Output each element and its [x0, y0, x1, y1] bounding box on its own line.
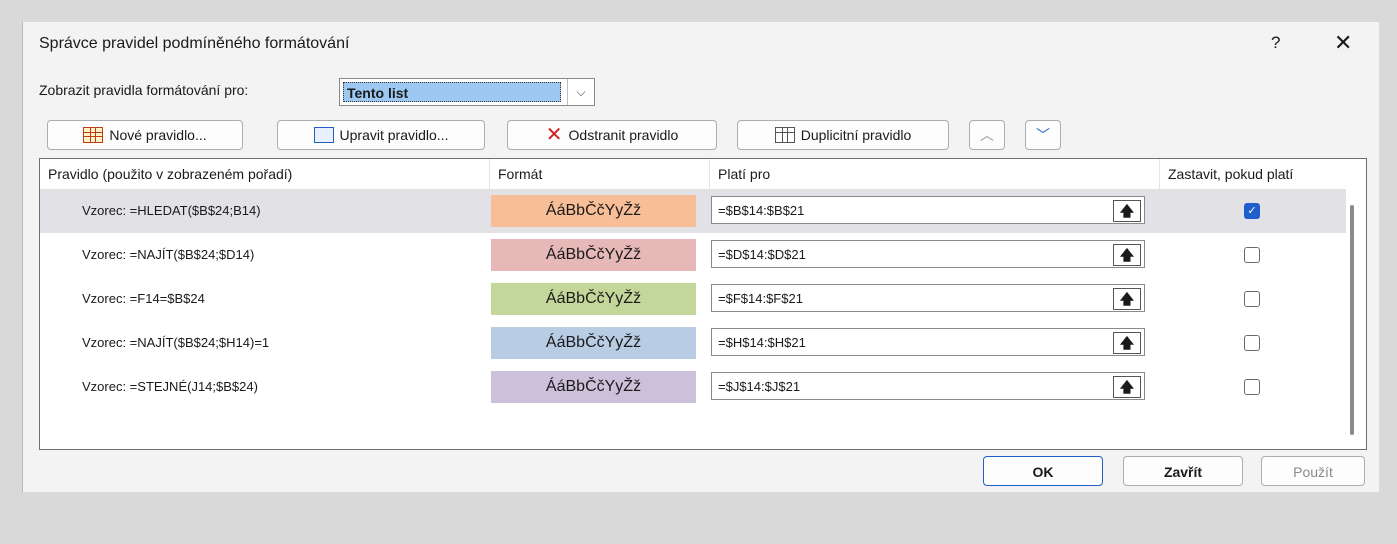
duplicate-icon — [774, 127, 795, 143]
edit-rule-label: Upravit pravidlo... — [339, 127, 449, 143]
column-header-rule: Pravidlo (použito v zobrazeném pořadí) — [40, 159, 490, 189]
range-text: =$H$14:$H$21 — [718, 335, 806, 350]
rules-table: Pravidlo (použito v zobrazeném pořadí) F… — [39, 158, 1367, 450]
new-rule-label: Nové pravidlo... — [109, 127, 207, 143]
show-rules-value: Tento list — [343, 82, 561, 102]
collapse-icon[interactable]: 🡅 — [1113, 288, 1141, 310]
chevron-down-icon[interactable]: ⌵ — [567, 79, 594, 105]
title-bar: Správce pravidel podmíněného formátování… — [23, 22, 1379, 66]
chevron-up-icon: ︿ — [980, 127, 994, 143]
delete-icon: ✕ — [545, 124, 563, 146]
table-row[interactable]: Vzorec: =NAJÍT($B$24;$D14) ÁáBbČčYyŽž =$… — [40, 233, 1346, 277]
stop-checkbox[interactable] — [1244, 247, 1260, 263]
format-preview: ÁáBbČčYyŽž — [491, 327, 696, 359]
rule-text: Vzorec: =STEJNÉ(J14;$B$24) — [82, 379, 258, 394]
duplicate-rule-label: Duplicitní pravidlo — [800, 127, 912, 143]
edit-rule-button[interactable]: Upravit pravidlo... — [277, 120, 485, 150]
range-text: =$F$14:$F$21 — [718, 291, 803, 306]
column-header-stop: Zastavit, pokud platí — [1168, 166, 1294, 182]
close-button[interactable]: Zavřít — [1123, 456, 1243, 486]
stop-checkbox[interactable] — [1244, 291, 1260, 307]
format-preview: ÁáBbČčYyŽž — [491, 283, 696, 315]
format-preview: ÁáBbČčYyŽž — [491, 195, 696, 227]
close-icon[interactable]: ✕ — [1334, 30, 1352, 56]
show-rules-select[interactable]: Tento list ⌵ — [339, 78, 595, 106]
collapse-icon[interactable]: 🡅 — [1113, 244, 1141, 266]
new-rule-button[interactable]: Nové pravidlo... — [47, 120, 243, 150]
move-up-button[interactable]: ︿ — [969, 120, 1005, 150]
stop-checkbox[interactable]: ✓ — [1244, 203, 1260, 219]
new-rule-icon — [83, 127, 104, 143]
range-text: =$B$14:$B$21 — [718, 203, 805, 218]
range-input[interactable]: =$F$14:$F$21 🡅 — [711, 284, 1145, 312]
rule-text: Vzorec: =F14=$B$24 — [82, 291, 205, 306]
table-row[interactable]: Vzorec: =NAJÍT($B$24;$H14)=1 ÁáBbČčYyŽž … — [40, 321, 1346, 365]
ok-button[interactable]: OK — [983, 456, 1103, 486]
column-header-applies: Platí pro — [710, 159, 1160, 189]
edit-rule-icon — [313, 127, 334, 143]
rule-text: Vzorec: =HLEDAT($B$24;B14) — [82, 203, 261, 218]
delete-rule-label: Odstranit pravidlo — [568, 127, 679, 143]
collapse-icon[interactable]: 🡅 — [1113, 376, 1141, 398]
dialog-title: Správce pravidel podmíněného formátování — [39, 35, 350, 52]
table-row[interactable]: Vzorec: =HLEDAT($B$24;B14) ÁáBbČčYyŽž =$… — [40, 189, 1346, 233]
table-row[interactable]: Vzorec: =STEJNÉ(J14;$B$24) ÁáBbČčYyŽž =$… — [40, 365, 1346, 409]
range-text: =$D$14:$D$21 — [718, 247, 806, 262]
format-preview: ÁáBbČčYyŽž — [491, 371, 696, 403]
range-text: =$J$14:$J$21 — [718, 379, 801, 394]
range-input[interactable]: =$H$14:$H$21 🡅 — [711, 328, 1145, 356]
show-rules-label: Zobrazit pravidla formátování pro: — [39, 82, 249, 98]
rule-text: Vzorec: =NAJÍT($B$24;$H14)=1 — [82, 335, 270, 350]
duplicate-rule-button[interactable]: Duplicitní pravidlo — [737, 120, 949, 150]
rule-text: Vzorec: =NAJÍT($B$24;$D14) — [82, 247, 255, 262]
apply-button[interactable]: Použít — [1261, 456, 1365, 486]
table-row[interactable]: Vzorec: =F14=$B$24 ÁáBbČčYyŽž =$F$14:$F$… — [40, 277, 1346, 321]
range-input[interactable]: =$D$14:$D$21 🡅 — [711, 240, 1145, 268]
stop-checkbox[interactable] — [1244, 335, 1260, 351]
format-preview: ÁáBbČčYyŽž — [491, 239, 696, 271]
collapse-icon[interactable]: 🡅 — [1113, 200, 1141, 222]
stop-checkbox[interactable] — [1244, 379, 1260, 395]
help-icon[interactable]: ? — [1271, 33, 1280, 53]
range-input[interactable]: =$B$14:$B$21 🡅 — [711, 196, 1145, 224]
vertical-scrollbar[interactable] — [1350, 205, 1354, 435]
column-header-format: Formát — [490, 159, 710, 189]
collapse-icon[interactable]: 🡅 — [1113, 332, 1141, 354]
conditional-formatting-dialog: Správce pravidel podmíněného formátování… — [22, 22, 1379, 492]
rules-toolbar: Nové pravidlo... Upravit pravidlo... ✕ O… — [39, 116, 1367, 156]
range-input[interactable]: =$J$14:$J$21 🡅 — [711, 372, 1145, 400]
chevron-down-icon: ﹀ — [1036, 127, 1050, 143]
move-down-button[interactable]: ﹀ — [1025, 120, 1061, 150]
delete-rule-button[interactable]: ✕ Odstranit pravidlo — [507, 120, 717, 150]
